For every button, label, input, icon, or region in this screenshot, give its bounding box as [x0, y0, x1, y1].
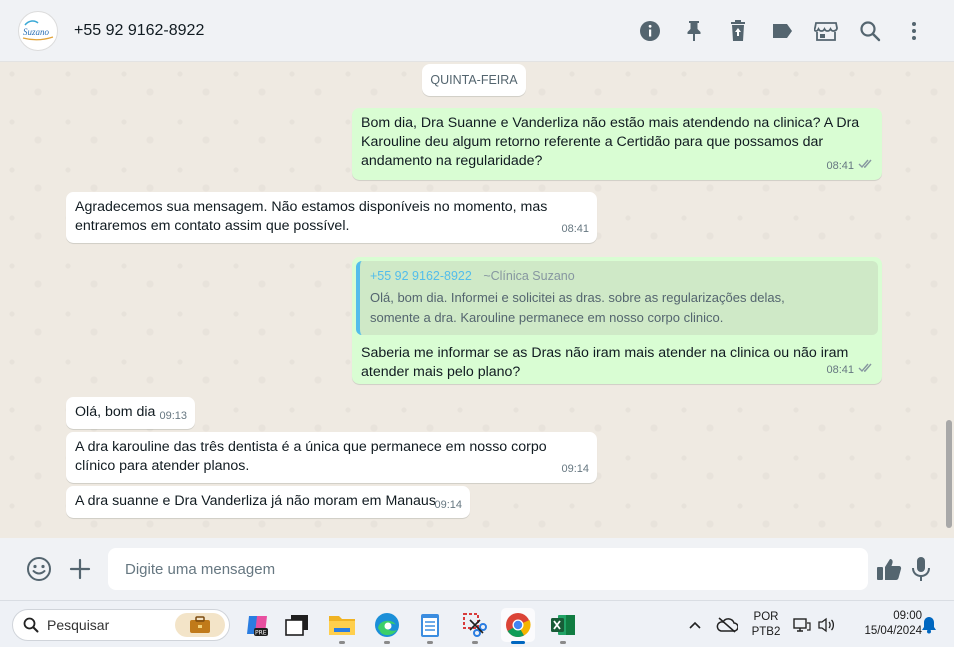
- quoted-author: +55 92 9162-8922: [370, 269, 472, 283]
- tray-overflow-icon[interactable]: [684, 601, 706, 647]
- message-time: 08:41: [561, 223, 589, 235]
- excel-icon[interactable]: [546, 608, 580, 644]
- edge-icon[interactable]: [370, 608, 404, 644]
- language-indicator[interactable]: POR PTB2: [746, 601, 786, 647]
- contact-name[interactable]: +55 92 9162-8922: [74, 22, 204, 40]
- task-view-icon[interactable]: [280, 608, 314, 642]
- avatar-logo-text: Suzano: [23, 27, 50, 37]
- label-icon[interactable]: [760, 9, 804, 53]
- message-text: Bom dia, Dra Suanne e Vanderliza não est…: [361, 115, 860, 169]
- microphone-icon[interactable]: [907, 555, 935, 583]
- file-explorer-icon[interactable]: [325, 608, 359, 644]
- active-indicator: [511, 641, 525, 644]
- running-indicator: [339, 641, 345, 644]
- message-time: 08:41: [826, 160, 854, 172]
- windows-taskbar: Pesquisar PRE POR PTB2 09:00 15/04/2024: [0, 600, 954, 647]
- contact-avatar[interactable]: Suzano: [18, 10, 58, 51]
- running-indicator: [384, 641, 390, 644]
- taskbar-search[interactable]: Pesquisar: [12, 609, 230, 641]
- network-icon[interactable]: [792, 601, 812, 647]
- svg-text:PRE: PRE: [255, 630, 267, 637]
- clock-date: 15/04/2024: [864, 625, 922, 637]
- quoted-message[interactable]: +55 92 9162-8922 ~Clínica Suzano Olá, bo…: [356, 261, 878, 335]
- message-time: 08:41: [826, 364, 854, 376]
- message-text: Agradecemos sua mensagem. Não estamos di…: [75, 199, 548, 234]
- message-time: 09:14: [434, 499, 462, 511]
- running-indicator: [427, 641, 433, 644]
- system-clock[interactable]: 09:00 15/04/2024: [846, 609, 922, 639]
- chrome-icon[interactable]: [501, 608, 535, 644]
- thumbs-up-icon[interactable]: [875, 555, 903, 583]
- keyboard-layout: PTB2: [751, 625, 781, 638]
- chat-scrollbar[interactable]: [946, 420, 952, 528]
- briefcase-icon: [175, 613, 225, 637]
- store-icon[interactable]: [804, 9, 848, 53]
- running-indicator: [472, 641, 478, 644]
- delete-icon[interactable]: [716, 9, 760, 53]
- message-input[interactable]: [108, 548, 868, 590]
- language-code: POR: [753, 610, 779, 623]
- search-icon: [23, 617, 39, 633]
- day-divider: QUINTA-FEIRA: [422, 64, 526, 96]
- emoji-icon[interactable]: [25, 555, 53, 583]
- message-incoming[interactable]: Olá, bom dia 09:13: [66, 397, 195, 429]
- composer-bar: [0, 538, 954, 600]
- message-incoming[interactable]: Agradecemos sua mensagem. Não estamos di…: [66, 192, 597, 243]
- snipping-tool-icon[interactable]: [458, 608, 492, 644]
- message-meta: 08:41: [826, 157, 874, 176]
- quoted-text-line: somente a dra. Karouline permanece em no…: [370, 310, 724, 325]
- header-actions: [628, 0, 936, 62]
- more-icon[interactable]: [892, 9, 936, 53]
- message-outgoing-reply[interactable]: +55 92 9162-8922 ~Clínica Suzano Olá, bo…: [352, 257, 882, 384]
- pin-icon[interactable]: [672, 9, 716, 53]
- volume-icon[interactable]: [815, 601, 837, 647]
- running-indicator: [560, 641, 566, 644]
- read-ticks-icon: [858, 361, 874, 380]
- onedrive-offline-icon[interactable]: [714, 601, 740, 647]
- message-text: A dra suanne e Dra Vanderliza já não mor…: [75, 493, 436, 509]
- notification-bell-icon[interactable]: [918, 601, 940, 647]
- copilot-icon[interactable]: PRE: [240, 608, 274, 642]
- message-incoming[interactable]: A dra suanne e Dra Vanderliza já não mor…: [66, 486, 470, 518]
- chat-header: Suzano +55 92 9162-8922: [0, 0, 954, 62]
- notepad-icon[interactable]: [413, 608, 447, 644]
- message-list[interactable]: QUINTA-FEIRA Bom dia, Dra Suanne e Vande…: [0, 62, 954, 538]
- search-icon[interactable]: [848, 9, 892, 53]
- message-incoming[interactable]: A dra karouline das três dentista é a ún…: [66, 432, 597, 483]
- message-outgoing[interactable]: Bom dia, Dra Suanne e Vanderliza não est…: [352, 108, 882, 180]
- message-time: 09:13: [159, 410, 187, 422]
- message-text: Saberia me informar se as Dras não iram …: [361, 345, 849, 380]
- attach-plus-icon[interactable]: [66, 555, 94, 583]
- message-text: A dra karouline das três dentista é a ún…: [75, 439, 547, 474]
- taskbar-search-label: Pesquisar: [47, 617, 110, 633]
- quoted-header: +55 92 9162-8922 ~Clínica Suzano: [370, 267, 868, 286]
- message-time: 09:14: [561, 463, 589, 475]
- message-meta: 08:41: [826, 361, 874, 380]
- quoted-text-line: Olá, bom dia. Informei e solicitei as dr…: [370, 290, 785, 305]
- info-icon[interactable]: [628, 9, 672, 53]
- quoted-alias: ~Clínica Suzano: [483, 269, 575, 283]
- clock-time: 09:00: [893, 610, 922, 622]
- read-ticks-icon: [858, 157, 874, 176]
- quoted-text: Olá, bom dia. Informei e solicitei as dr…: [370, 288, 868, 328]
